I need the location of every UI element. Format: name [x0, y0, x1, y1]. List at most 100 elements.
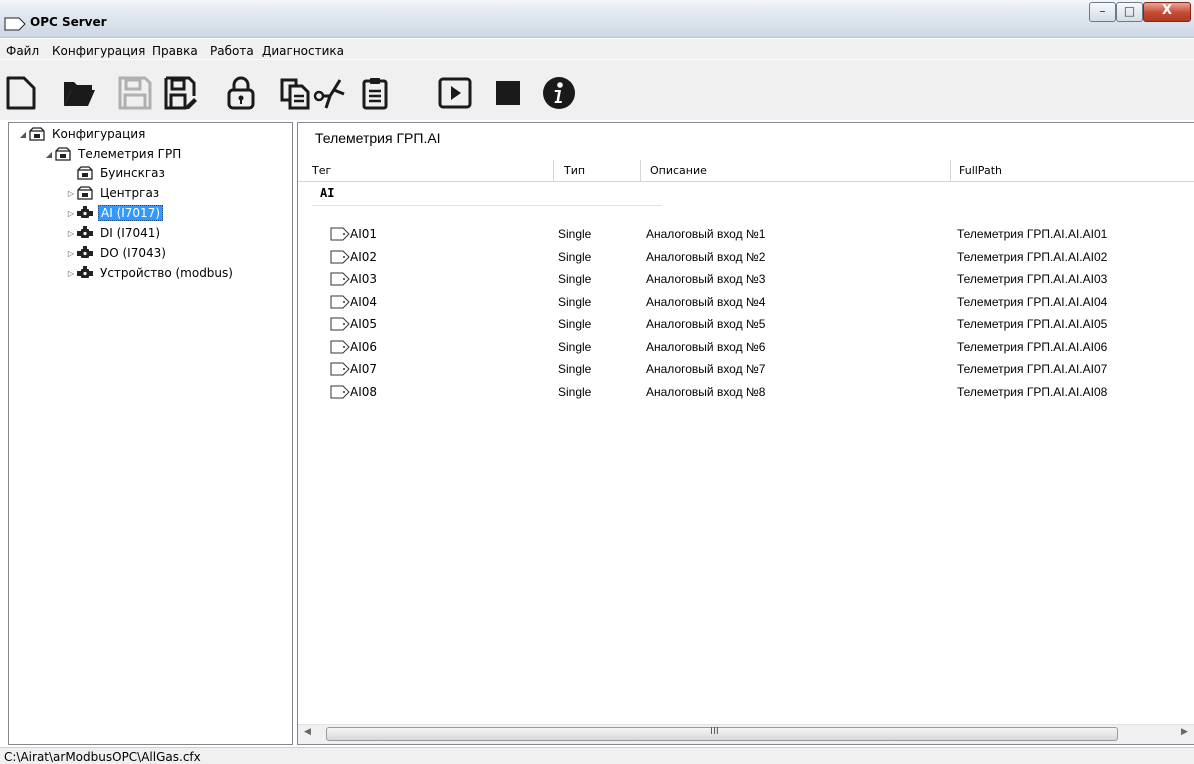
- paste-icon[interactable]: [358, 76, 392, 110]
- minimize-icon: –: [1099, 4, 1106, 18]
- table-row[interactable]: AI03 Single Аналоговый вход №3 Телеметрия Г…: [298, 268, 1178, 291]
- device-icon: [76, 225, 94, 241]
- cell-tag: AI04: [350, 294, 378, 309]
- scroll-thumb[interactable]: [326, 727, 1118, 741]
- cut-icon[interactable]: [312, 76, 346, 110]
- device-icon: [76, 205, 94, 221]
- expander-icon[interactable]: ▷: [66, 189, 76, 198]
- title-bar[interactable]: [0, 0, 1194, 38]
- table-row[interactable]: AI02 Single Аналоговый вход №2 Телеметрия Г…: [298, 246, 1178, 269]
- scroll-right-icon[interactable]: ▶: [1181, 727, 1188, 737]
- info-icon[interactable]: [542, 76, 576, 110]
- lock-icon[interactable]: [224, 76, 258, 110]
- cell-type: Single: [558, 294, 592, 309]
- tree-item[interactable]: ▷ DO (I7043): [66, 244, 168, 262]
- tree-item-label[interactable]: AI (I7017): [98, 205, 164, 221]
- cell-description: Аналоговый вход №8: [646, 384, 766, 399]
- tree-item[interactable]: ▷ Устройство (modbus): [66, 264, 235, 282]
- cell-type: Single: [558, 384, 592, 399]
- column-fullpath[interactable]: FullPath: [959, 164, 1002, 177]
- window-title: OPC Server: [30, 15, 107, 29]
- copy-icon[interactable]: [278, 76, 312, 110]
- tree-item[interactable]: ◢ Конфигурация: [18, 125, 147, 143]
- group-header[interactable]: AI: [320, 186, 334, 200]
- column-separator[interactable]: [950, 160, 951, 182]
- tree-item[interactable]: ▷ AI (I7017): [66, 204, 164, 222]
- menu-file[interactable]: Файл: [6, 44, 39, 58]
- tree-item[interactable]: ◢ Телеметрия ГРП: [44, 145, 183, 163]
- table-row[interactable]: AI07 Single Аналоговый вход №7 Телеметрия Г…: [298, 358, 1178, 381]
- play-icon[interactable]: [438, 76, 472, 110]
- status-file-path: C:\Airat\arModbusOPC\AllGas.cfx: [4, 750, 201, 764]
- cell-description: Аналоговый вход №3: [646, 272, 766, 286]
- column-tag[interactable]: Тег: [312, 164, 331, 177]
- tree-item-label[interactable]: Буинскгаз: [98, 166, 167, 180]
- table-row[interactable]: AI04 Single Аналоговый вход №4 Телеметрия Г…: [298, 291, 1178, 314]
- tag-list-panel[interactable]: [297, 122, 1194, 745]
- column-description[interactable]: Описание: [650, 164, 707, 177]
- device-icon: [76, 245, 94, 261]
- cell-tag: AI06: [350, 339, 378, 354]
- cell-tag: AI02: [350, 249, 378, 264]
- tree-item-label[interactable]: Устройство (modbus): [98, 266, 235, 280]
- menu-diagnostics[interactable]: Диагностика: [262, 44, 344, 58]
- cell-fullpath: Телеметрия ГРП.AI.AI.AI08: [957, 384, 1108, 399]
- tag-icon: [330, 317, 350, 331]
- folder-icon: [76, 185, 94, 201]
- tree-item-label[interactable]: DI (I7041): [98, 226, 162, 240]
- tree-item-label[interactable]: Центргаз: [98, 186, 161, 200]
- scroll-left-icon[interactable]: ◀: [304, 727, 311, 737]
- cell-fullpath: Телеметрия ГРП.AI.AI.AI07: [957, 362, 1108, 376]
- cell-description: Аналоговый вход №2: [646, 249, 766, 264]
- cell-fullpath: Телеметрия ГРП.AI.AI.AI05: [957, 317, 1108, 331]
- save-icon[interactable]: [118, 76, 152, 110]
- tree-item-label[interactable]: Телеметрия ГРП: [76, 147, 183, 161]
- open-folder-icon[interactable]: [62, 76, 96, 110]
- cell-type: Single: [558, 317, 592, 331]
- folder-icon: [76, 165, 94, 181]
- column-separator[interactable]: [553, 160, 554, 182]
- minimize-button[interactable]: –: [1089, 2, 1116, 22]
- expander-icon[interactable]: ▷: [66, 229, 76, 238]
- cell-type: Single: [558, 272, 592, 286]
- table-row[interactable]: AI01 Single Аналоговый вход №1 Телеметрия Г…: [298, 223, 1178, 246]
- close-button[interactable]: X: [1143, 2, 1191, 22]
- expander-icon[interactable]: ◢: [18, 130, 28, 139]
- scroll-grip: III: [710, 726, 719, 737]
- app-icon: [4, 17, 26, 31]
- menu-work[interactable]: Работа: [210, 44, 254, 58]
- cell-description: Аналоговый вход №6: [646, 339, 766, 354]
- menu-configuration[interactable]: Конфигурация: [52, 44, 145, 58]
- expander-icon[interactable]: ▷: [66, 209, 76, 218]
- menu-edit[interactable]: Правка: [152, 44, 198, 58]
- close-icon: X: [1161, 3, 1173, 18]
- cell-tag: AI03: [350, 272, 378, 286]
- table-row[interactable]: AI05 Single Аналоговый вход №5 Телеметрия Г…: [298, 313, 1178, 336]
- table-row[interactable]: AI08 Single Аналоговый вход №8 Телеметрия Г…: [298, 381, 1178, 404]
- column-type[interactable]: Тип: [564, 164, 585, 177]
- save-as-icon[interactable]: [164, 76, 198, 110]
- tree-item[interactable]: ▷ Центргаз: [66, 184, 161, 202]
- tree-item[interactable]: Буинскгаз: [66, 164, 167, 182]
- folder-icon: [28, 126, 46, 142]
- cell-tag: AI07: [350, 362, 378, 376]
- tree-item[interactable]: ▷ DI (I7041): [66, 224, 162, 242]
- expander-icon[interactable]: ▷: [66, 269, 76, 278]
- cell-description: Аналоговый вход №1: [646, 227, 766, 241]
- expander-icon[interactable]: ▷: [66, 249, 76, 258]
- cell-type: Single: [558, 339, 592, 354]
- new-file-icon[interactable]: [4, 76, 38, 110]
- tree-item-label[interactable]: Конфигурация: [50, 127, 147, 141]
- tag-icon: [330, 250, 350, 264]
- cell-description: Аналоговый вход №5: [646, 317, 766, 331]
- table-row[interactable]: AI06 Single Аналоговый вход №6 Телеметрия Г…: [298, 336, 1178, 359]
- stop-icon[interactable]: [492, 76, 526, 110]
- tag-icon: [330, 362, 350, 376]
- tree-item-label[interactable]: DO (I7043): [98, 246, 168, 260]
- cell-fullpath: Телеметрия ГРП.AI.AI.AI03: [957, 272, 1108, 286]
- maximize-button[interactable]: □: [1116, 2, 1143, 22]
- cell-fullpath: Телеметрия ГРП.AI.AI.AI04: [957, 294, 1108, 309]
- folder-icon: [54, 146, 72, 162]
- column-separator[interactable]: [640, 160, 641, 182]
- expander-icon[interactable]: ◢: [44, 150, 54, 159]
